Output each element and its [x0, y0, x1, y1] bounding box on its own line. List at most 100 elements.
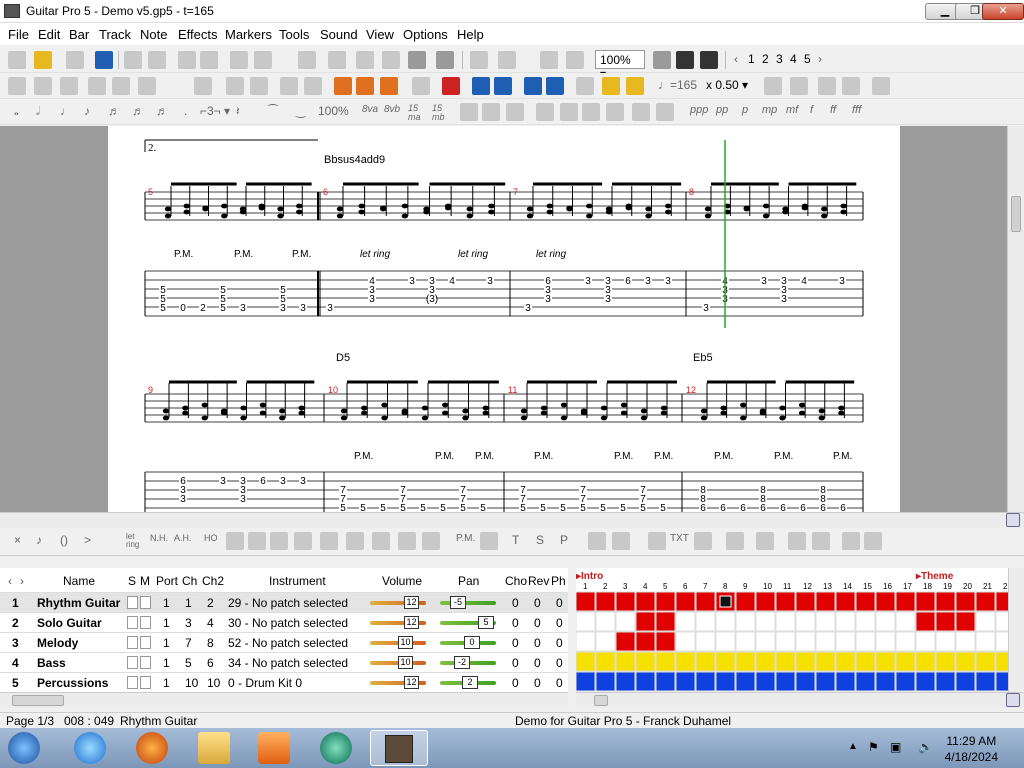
fretboard-icon[interactable] — [653, 51, 671, 69]
page-1[interactable]: 1 — [748, 52, 755, 66]
track-port[interactable]: 1 — [163, 596, 170, 610]
timeline-cell[interactable] — [995, 671, 1008, 692]
print-preview-icon[interactable] — [124, 51, 142, 69]
guitar-pro-taskbar-button[interactable] — [370, 730, 428, 766]
volume-knob[interactable]: 10 — [398, 636, 413, 649]
timeline-bar-number[interactable]: 15 — [863, 582, 872, 591]
rewind-icon[interactable] — [524, 77, 542, 95]
ottava-8vb[interactable]: 8vb — [384, 104, 400, 115]
mute-checkbox[interactable] — [140, 616, 151, 629]
mute-checkbox[interactable] — [140, 656, 151, 669]
marker-prev-icon[interactable] — [356, 77, 374, 95]
timeline-cell[interactable] — [755, 591, 776, 612]
media-player-icon[interactable] — [258, 732, 290, 764]
flag-icon[interactable]: ⚑ — [868, 740, 879, 754]
slur-icon[interactable]: ‿ — [296, 104, 306, 118]
timeline-bar-number[interactable]: 19 — [943, 582, 952, 591]
timeline-cell[interactable] — [615, 631, 636, 652]
tuplet-icon[interactable]: ⌐3¬ ▾ — [200, 104, 230, 118]
timeline-cell[interactable] — [955, 591, 976, 612]
track-phaser[interactable]: 0 — [556, 596, 563, 610]
countdown-icon[interactable] — [626, 77, 644, 95]
scissors-icon[interactable] — [408, 51, 426, 69]
timeline-cell[interactable] — [755, 611, 776, 632]
track-chorus[interactable]: 0 — [512, 616, 519, 630]
copy-icon[interactable] — [230, 51, 248, 69]
mute-checkbox[interactable] — [140, 596, 151, 609]
vibrato-icon[interactable] — [270, 532, 288, 550]
solo-checkbox[interactable] — [127, 656, 138, 669]
track-chorus[interactable]: 0 — [512, 656, 519, 670]
lock-icon[interactable] — [250, 77, 268, 95]
timeline-cell[interactable] — [655, 671, 676, 692]
timeline-cell[interactable] — [935, 591, 956, 612]
timeline-cell[interactable] — [955, 651, 976, 672]
menu-file[interactable]: File — [8, 27, 29, 42]
zoom-icon[interactable] — [1006, 513, 1020, 527]
track-list-scrollbar[interactable] — [0, 692, 568, 708]
grace-note-icon[interactable]: ♪ — [36, 533, 42, 547]
timeline-cell[interactable] — [835, 591, 856, 612]
timeline-cell[interactable] — [695, 631, 716, 652]
timeline-cell[interactable] — [695, 611, 716, 632]
track-row[interactable]: 4 Bass 1 5 6 34 - No patch selected 10 -2 0 0 0 — [0, 652, 568, 672]
timeline-cell[interactable] — [715, 671, 736, 692]
track-channel[interactable]: 1 — [185, 596, 192, 610]
timeline-cell[interactable] — [635, 631, 656, 652]
pan-slider[interactable] — [440, 601, 496, 605]
tracks-icon[interactable] — [382, 51, 400, 69]
timeline-cell[interactable] — [895, 611, 916, 632]
pan-knob[interactable]: 5 — [478, 616, 494, 629]
timeline-cell[interactable] — [775, 651, 796, 672]
timeline-cell[interactable] — [615, 591, 636, 612]
half-note-icon[interactable]: 𝅗𝅥 — [36, 104, 40, 119]
artificial-harmonic-icon[interactable]: A.H. — [174, 533, 192, 543]
timeline-horizontal-scrollbar[interactable] — [576, 692, 1024, 708]
page-4[interactable]: 4 — [790, 52, 797, 66]
solo-checkbox[interactable] — [127, 596, 138, 609]
timeline-cell[interactable] — [615, 651, 636, 672]
speed-select[interactable]: x 0.50 ▾ — [706, 78, 748, 92]
open-folder-icon[interactable] — [34, 51, 52, 69]
start-button-icon[interactable] — [8, 732, 40, 764]
ghost-note-icon[interactable]: () — [60, 533, 68, 547]
track-name[interactable]: Solo Guitar — [37, 616, 102, 630]
sixteenth-note-icon[interactable]: ♬ — [108, 104, 120, 118]
track-channel2[interactable]: 8 — [207, 636, 214, 650]
timeline-cell[interactable] — [955, 611, 976, 632]
track-channel[interactable]: 7 — [185, 636, 192, 650]
marker-next-icon[interactable] — [380, 77, 398, 95]
timeline-bar-number[interactable]: 16 — [883, 582, 892, 591]
timeline-cell[interactable] — [655, 611, 676, 632]
timeline-cell[interactable] — [715, 611, 736, 632]
fingering-icon[interactable] — [756, 532, 774, 550]
track-channel2[interactable]: 10 — [207, 676, 220, 690]
print-icon[interactable] — [148, 51, 166, 69]
timeline-cell[interactable] — [675, 671, 696, 692]
file-explorer-icon[interactable] — [198, 732, 230, 764]
track-phaser[interactable]: 0 — [556, 616, 563, 630]
track-instrument[interactable]: 52 - No patch selected — [228, 636, 348, 650]
timeline-cell[interactable] — [935, 671, 956, 692]
chevron-down-icon[interactable] — [842, 532, 860, 550]
zoom-select[interactable]: 100% ▾ — [595, 50, 645, 81]
solo-checkbox[interactable] — [127, 616, 138, 629]
unbeam-icon[interactable] — [582, 103, 600, 121]
timeline-cell[interactable] — [815, 671, 836, 692]
timeline-cell[interactable] — [635, 591, 656, 612]
song-timeline[interactable]: ▸Intro ▸Theme 1 2 3 4 5 6 7 8 9 10 11 12 13 14 15 16 17 18 1… — [576, 568, 1008, 692]
track-channel2[interactable]: 6 — [207, 656, 214, 670]
timeline-cell[interactable] — [695, 591, 716, 612]
timeline-cell[interactable] — [615, 671, 636, 692]
marker-add-icon[interactable] — [334, 77, 352, 95]
timeline-cell[interactable] — [795, 651, 816, 672]
timeline-bar-number[interactable]: 7 — [703, 582, 708, 591]
track-port[interactable]: 1 — [163, 656, 170, 670]
tremolo-icon[interactable] — [294, 532, 312, 550]
tempo-up-icon[interactable] — [764, 77, 782, 95]
timeline-cell[interactable] — [695, 651, 716, 672]
quarter-note-icon[interactable]: ♩ — [60, 104, 72, 118]
mute-checkbox[interactable] — [140, 676, 151, 689]
timeline-cell[interactable] — [875, 671, 896, 692]
mute-checkbox[interactable] — [140, 636, 151, 649]
